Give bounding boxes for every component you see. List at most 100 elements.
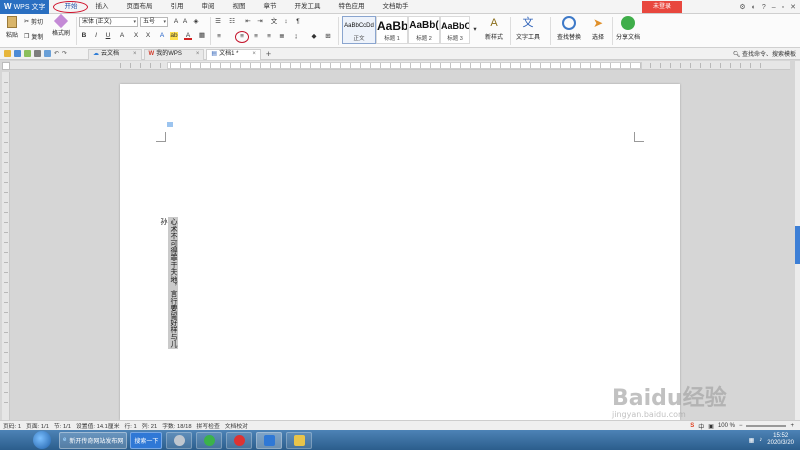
font-name-select[interactable]: 宋体 (正文) — [79, 17, 138, 27]
distribute-icon[interactable]: ≣ — [278, 33, 286, 41]
vertical-ruler[interactable] — [2, 72, 10, 420]
cut-button[interactable]: ✂ 剪切 — [24, 17, 43, 26]
style-heading-1[interactable]: AaBb 标题 1 — [376, 16, 408, 44]
close-icon[interactable]: × — [133, 49, 137, 60]
numbered-list-icon[interactable]: ☷ — [228, 18, 236, 26]
login-button[interactable]: 未登录 — [642, 1, 682, 13]
start-button[interactable] — [33, 431, 51, 449]
borders-icon[interactable]: ⊞ — [324, 33, 332, 41]
bullet-list-icon[interactable]: ☰ — [214, 18, 222, 26]
style-heading-2[interactable]: AaBb( 标题 2 — [408, 16, 440, 44]
select-button[interactable]: ➤ 选择 — [588, 16, 608, 41]
clock[interactable]: 15:52 2020/3/20 — [767, 433, 794, 447]
tab-home[interactable]: 开始 — [53, 0, 89, 14]
tab-review[interactable]: 审阅 — [192, 0, 223, 14]
superscript-icon[interactable]: X — [132, 32, 140, 40]
tab-chapter[interactable]: 章节 — [254, 0, 285, 14]
chinese-layout-icon[interactable]: 文 — [270, 18, 278, 26]
print-icon[interactable] — [34, 50, 41, 57]
tab-developer[interactable]: 开发工具 — [285, 0, 329, 14]
zoom-slider[interactable] — [746, 425, 787, 427]
find-replace-button[interactable]: 查找替换 — [553, 16, 585, 41]
font-size-select[interactable]: 五号 — [140, 17, 168, 27]
zoom-level[interactable]: 100 % — [718, 423, 735, 429]
preview-icon[interactable] — [44, 50, 51, 57]
taskbar-ie-window[interactable]: e 新开传奇网站发布网 — [59, 431, 128, 449]
help-icon[interactable]: ? — [762, 4, 766, 11]
document-page[interactable]: 心术不可得罪于天地，言行要留好样与儿孙 — [120, 84, 680, 420]
tab-view[interactable]: 视图 — [223, 0, 254, 14]
tab-references[interactable]: 引用 — [161, 0, 192, 14]
align-center-icon[interactable]: ≡ — [238, 33, 246, 41]
horizontal-ruler[interactable] — [10, 61, 790, 70]
paste-button[interactable]: 粘贴 — [4, 16, 20, 39]
network-icon[interactable]: ▦ — [749, 437, 755, 444]
sort-icon[interactable]: ↕ — [282, 18, 290, 26]
scrollbar-thumb[interactable] — [795, 226, 800, 264]
tab-cloud-docs[interactable]: ☁ 云文档 × — [88, 48, 142, 60]
close-icon[interactable]: ✕ — [790, 3, 796, 11]
tab-special-apps[interactable]: 特色应用 — [329, 0, 373, 14]
format-painter-button[interactable]: 格式刷 — [50, 13, 72, 37]
style-more-icon[interactable]: ▾ — [471, 26, 479, 34]
tab-document-1[interactable]: ▤ 文档1 * × — [206, 48, 261, 60]
char-shading-icon[interactable]: ▦ — [198, 32, 206, 40]
save-icon[interactable] — [14, 50, 21, 57]
status-proofread[interactable]: 文档校对 — [225, 421, 248, 430]
justify-icon[interactable]: ≡ — [265, 33, 273, 41]
style-normal[interactable]: AaBbCcDd 正文 — [342, 16, 376, 44]
new-tab-button[interactable]: + — [266, 49, 271, 59]
style-heading-3[interactable]: AaBbC 标题 3 — [440, 16, 470, 44]
volume-icon[interactable]: ♪ — [759, 437, 762, 443]
vertical-scrollbar[interactable] — [795, 61, 800, 420]
align-right-icon[interactable]: ≡ — [252, 33, 260, 41]
underline-icon[interactable]: U — [104, 32, 112, 40]
redo-icon[interactable]: ↷ — [62, 50, 67, 57]
vertical-text-selection[interactable]: 心术不可得罪于天地，言行要留好样与儿孙 — [160, 217, 178, 349]
tab-insert[interactable]: 插入 — [86, 0, 117, 14]
status-word-count[interactable]: 字数: 18/18 — [162, 421, 191, 430]
zoom-out-icon[interactable]: − — [739, 423, 743, 429]
export-pdf-icon[interactable] — [24, 50, 31, 57]
bold-icon[interactable]: B — [80, 32, 88, 40]
show-marks-icon[interactable]: ¶ — [294, 18, 302, 26]
share-button[interactable]: 分享文档 — [614, 16, 642, 41]
ruler-corner[interactable] — [2, 62, 10, 70]
taskbar-app[interactable] — [196, 431, 223, 449]
copy-button[interactable]: ❐ 复制 — [24, 32, 43, 41]
zoom-in-icon[interactable]: + — [790, 423, 794, 429]
increase-indent-icon[interactable]: ⇥ — [256, 18, 264, 26]
italic-icon[interactable]: I — [92, 32, 100, 40]
minimize-icon[interactable]: – — [772, 4, 776, 11]
command-search[interactable]: 🔍︎ 查找命令、搜索模板 — [733, 49, 796, 58]
new-style-button[interactable]: A 新样式 — [481, 16, 507, 41]
highlight-icon[interactable]: ab — [170, 32, 178, 40]
tab-page-layout[interactable]: 页面布局 — [117, 0, 161, 14]
strikethrough-icon[interactable]: A — [118, 32, 126, 40]
text-effect-icon[interactable]: A — [158, 32, 166, 40]
line-spacing-icon[interactable]: ↨ — [292, 33, 300, 41]
taskbar-app[interactable] — [286, 431, 313, 449]
taskbar-wps[interactable] — [256, 431, 283, 449]
undo-icon[interactable]: ↶ — [54, 50, 59, 57]
close-icon[interactable]: × — [196, 49, 200, 60]
close-icon[interactable]: × — [252, 49, 256, 60]
view-mode-icon[interactable]: ▣ — [708, 423, 714, 430]
maximize-icon[interactable]: ▫ — [782, 4, 784, 11]
shading-icon[interactable]: ◆ — [310, 33, 318, 41]
open-icon[interactable] — [4, 50, 11, 57]
taskbar-app[interactable] — [226, 431, 253, 449]
shrink-font-icon[interactable]: A — [181, 18, 189, 26]
clear-format-icon[interactable]: ◈ — [192, 18, 200, 26]
decrease-indent-icon[interactable]: ⇤ — [244, 18, 252, 26]
settings-icon[interactable]: ⚙ — [739, 3, 745, 11]
align-left-icon[interactable]: ≡ — [215, 33, 223, 41]
tab-doc-assistant[interactable]: 文档助手 — [373, 0, 417, 14]
taskbar-search-button[interactable]: 搜索一下 — [130, 431, 163, 449]
text-tools-button[interactable]: 文 文字工具 — [513, 16, 543, 41]
sogou-ime-icon[interactable]: S — [690, 423, 694, 429]
taskbar-app[interactable] — [166, 431, 193, 449]
skin-icon[interactable]: ◐ — [752, 4, 756, 11]
grow-font-icon[interactable]: A — [172, 18, 180, 26]
tab-my-wps[interactable]: W 我的WPS × — [143, 48, 205, 60]
